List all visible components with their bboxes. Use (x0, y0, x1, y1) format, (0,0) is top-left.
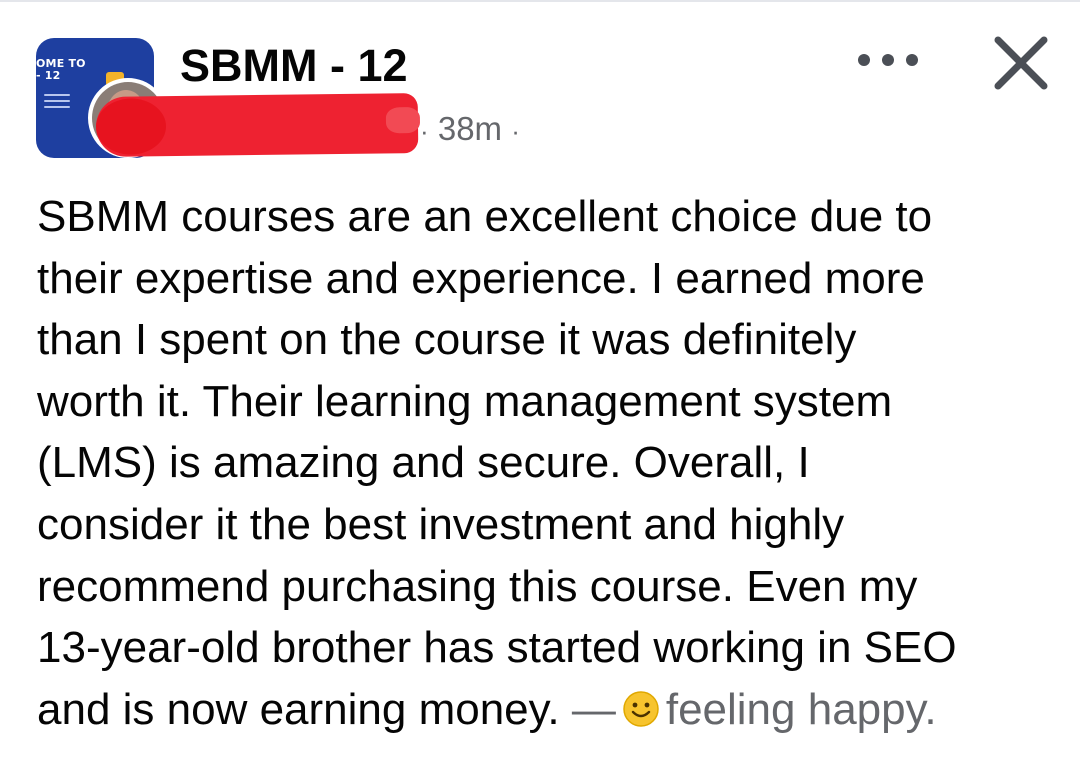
post-time[interactable]: 38m (438, 110, 502, 147)
more-horizontal-icon-dot (906, 54, 918, 66)
feeling-dash: — (571, 684, 616, 734)
more-options-button[interactable] (858, 40, 918, 80)
close-icon (994, 36, 1048, 90)
post-text-line: than I spent on the course it was defini… (37, 315, 857, 365)
post-text-line: consider it the best investment and high… (37, 499, 845, 549)
smiley-face-icon (623, 691, 659, 727)
post-text-line: SBMM courses are an excellent choice due… (37, 192, 933, 241)
post-text-line: worth it. Their learning management syst… (37, 376, 893, 426)
top-divider (0, 0, 1080, 2)
post-text-line: (LMS) is amazing and secure. Overall, I (37, 438, 810, 488)
post-text-line: their expertise and experience. I earned… (37, 253, 925, 303)
post-body: SBMM courses are an excellent choice due… (37, 186, 1057, 740)
avatar-decoration (44, 94, 70, 112)
group-name[interactable]: SBMM - 12 (180, 41, 408, 91)
close-button[interactable] (988, 30, 1054, 96)
author-name-redaction (95, 93, 419, 157)
group-avatar-banner: OME TO - 12 (36, 57, 86, 82)
feeling-label[interactable]: feeling happy. (666, 685, 937, 734)
post-text-line: 13-year-old brother has started working … (37, 623, 957, 673)
post-meta: · 38m · (420, 110, 520, 150)
post-text-line: recommend purchasing this course. Even m… (37, 561, 918, 611)
post-text-last-line: and is now earning money. — feeling happ… (37, 679, 1057, 741)
more-horizontal-icon-dot (882, 54, 894, 66)
meta-separator: · (420, 116, 429, 146)
more-horizontal-icon (858, 54, 870, 66)
meta-separator: · (511, 116, 520, 146)
post-text-end: and is now earning money. (37, 684, 560, 734)
